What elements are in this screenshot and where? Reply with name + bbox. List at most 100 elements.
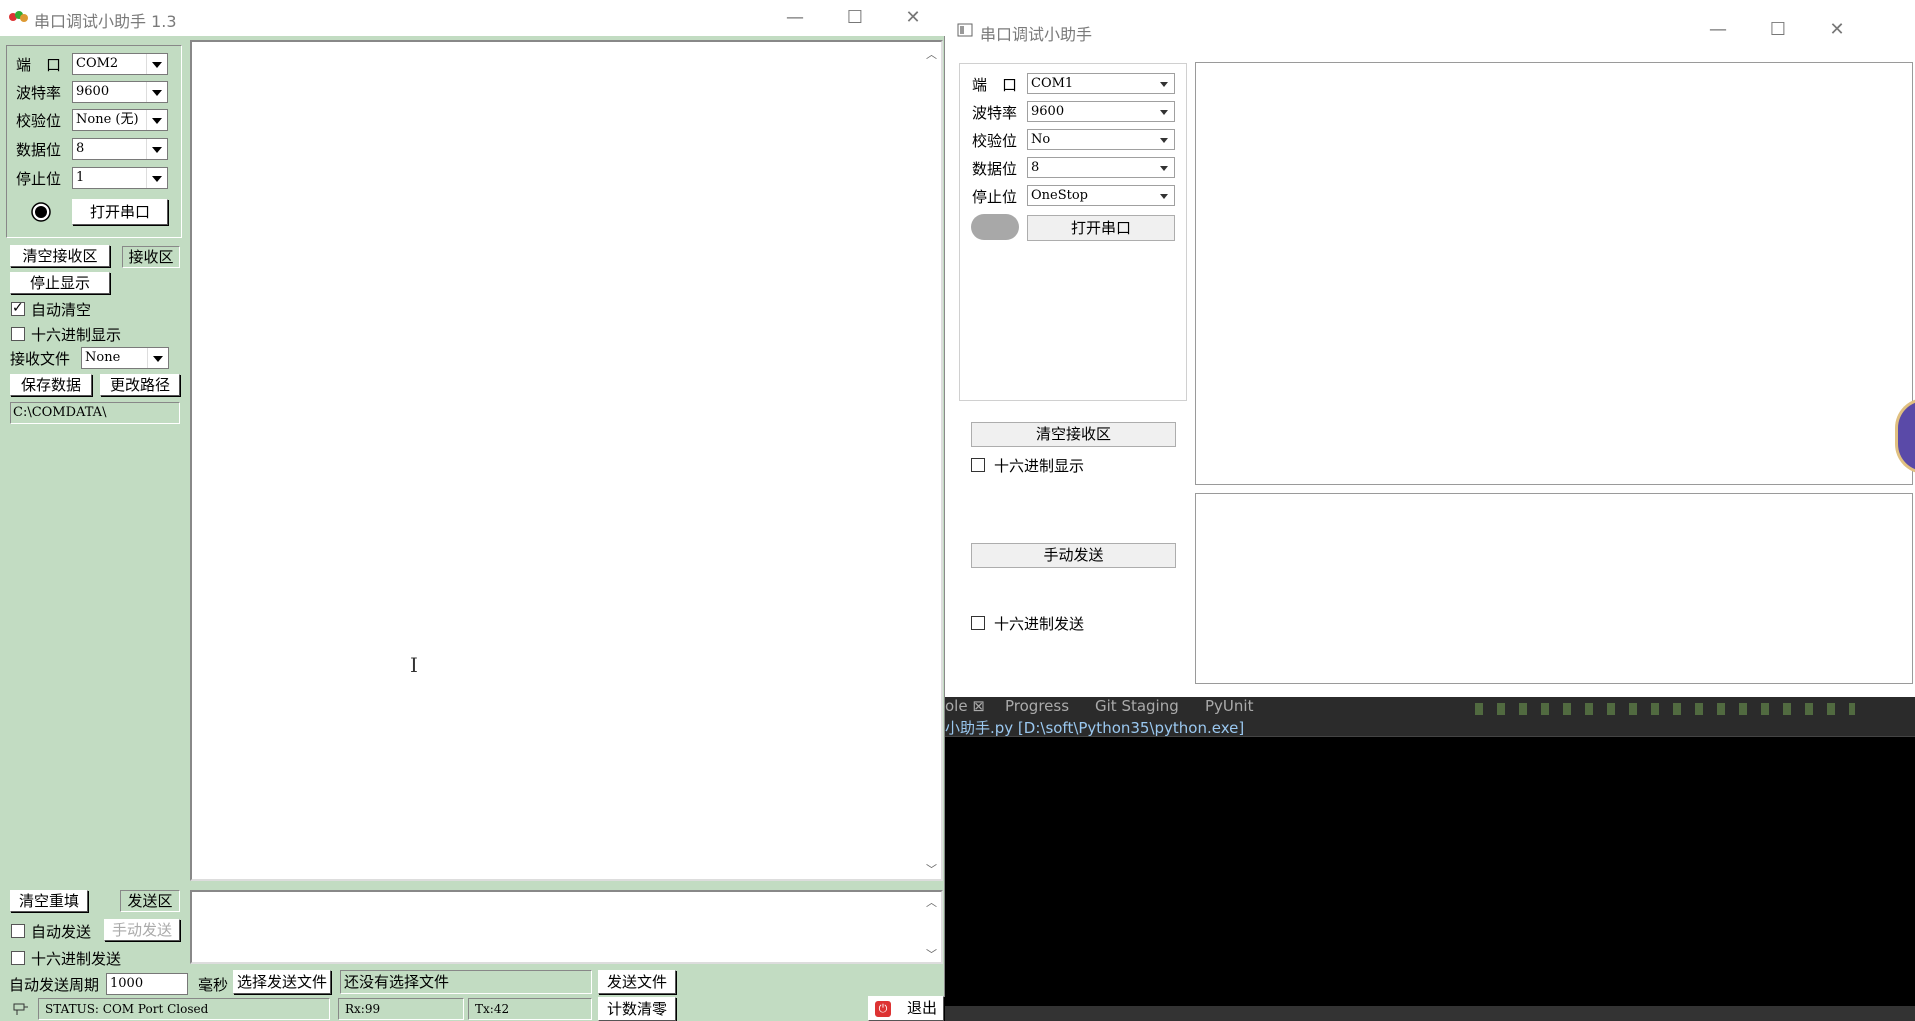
- receive-file-value: None: [85, 350, 121, 365]
- parity-value: No: [1031, 132, 1051, 147]
- receive-file-label: 接收文件: [10, 350, 71, 368]
- auto-period-label: 自动发送周期: [9, 976, 100, 994]
- hex-display-label: 十六进制显示: [994, 457, 1085, 475]
- auto-send-checkbox[interactable]: [11, 924, 25, 938]
- send-textarea[interactable]: [1195, 493, 1913, 684]
- choose-send-file-button[interactable]: 选择发送文件: [233, 970, 331, 994]
- ide-tab-console[interactable]: ole ⊠: [945, 697, 985, 715]
- scroll-up-icon[interactable]: ︿: [926, 894, 937, 910]
- hex-send-label: 十六进制发送: [994, 615, 1085, 633]
- manual-send-button[interactable]: 手动发送: [104, 919, 180, 941]
- port-status-toggle[interactable]: [971, 214, 1019, 240]
- stopbits-value: OneStop: [1031, 188, 1089, 203]
- send-file-path-display: 还没有选择文件: [340, 970, 592, 994]
- dropdown-arrow-icon: [1160, 138, 1168, 143]
- clear-receive-button[interactable]: 清空接收区: [10, 245, 110, 267]
- send-textarea[interactable]: ︿ ﹀: [190, 890, 943, 964]
- scroll-up-icon[interactable]: ︿: [926, 46, 937, 62]
- receive-textarea[interactable]: [1195, 62, 1913, 485]
- databits-select[interactable]: 8: [72, 138, 168, 160]
- port-label: 端 口: [16, 56, 62, 74]
- tx-count: Tx:42: [468, 998, 592, 1020]
- baud-select[interactable]: 9600: [1027, 101, 1175, 122]
- open-port-button[interactable]: 打开串口: [72, 199, 168, 225]
- stopbits-value: 1: [76, 170, 85, 185]
- parity-label: 校验位: [972, 132, 1018, 150]
- title-bar: 串口调试小助手 — ☐ ✕: [945, 12, 1915, 48]
- scroll-down-icon[interactable]: ﹀: [926, 946, 937, 962]
- dropdown-arrow-icon: [1160, 166, 1168, 171]
- ide-tab-pyunit[interactable]: PyUnit: [1205, 697, 1253, 715]
- port-label: 端 口: [972, 76, 1018, 94]
- baud-label: 波特率: [16, 84, 62, 102]
- hex-display-checkbox[interactable]: [971, 458, 985, 472]
- receive-area-label: 接收区: [122, 246, 180, 268]
- ide-console-path: 小助手.py [D:\soft\Python35\python.exe]: [945, 720, 1915, 736]
- reset-count-button[interactable]: 计数清零: [598, 997, 676, 1021]
- port-select[interactable]: COM1: [1027, 73, 1175, 94]
- save-data-button[interactable]: 保存数据: [10, 374, 92, 396]
- parity-select[interactable]: None (无): [72, 109, 168, 131]
- auto-send-label: 自动发送: [31, 923, 92, 941]
- hex-send-checkbox[interactable]: [11, 951, 25, 965]
- ide-tab-git-staging[interactable]: Git Staging: [1095, 697, 1179, 715]
- baud-value: 9600: [1031, 104, 1065, 119]
- port-value: COM1: [1031, 76, 1074, 91]
- scroll-down-icon[interactable]: ﹀: [926, 861, 937, 877]
- port-value: COM2: [76, 56, 119, 71]
- receive-textarea[interactable]: ︿ ﹀ I: [190, 40, 943, 881]
- dropdown-arrow-icon: [147, 348, 168, 368]
- change-path-button[interactable]: 更改路径: [100, 374, 180, 396]
- receive-file-select[interactable]: None: [81, 347, 169, 369]
- exit-button[interactable]: ⏻ 退出: [868, 996, 944, 1021]
- window-title: 串口调试小助手 1.3: [34, 12, 177, 31]
- clear-refill-button[interactable]: 清空重填: [10, 890, 88, 912]
- ide-console-output: [945, 736, 1915, 1006]
- databits-value: 8: [1031, 160, 1040, 175]
- stopbits-select[interactable]: OneStop: [1027, 185, 1175, 206]
- port-select[interactable]: COM2: [72, 53, 168, 75]
- dropdown-arrow-icon: [1160, 194, 1168, 199]
- dropdown-arrow-icon: [146, 54, 167, 74]
- rx-count: Rx:99: [338, 998, 464, 1020]
- port-status-indicator-icon: [31, 202, 51, 222]
- baud-select[interactable]: 9600: [72, 81, 168, 103]
- pin-icon: [13, 1003, 28, 1015]
- send-file-button[interactable]: 发送文件: [598, 970, 676, 994]
- app-icon: [957, 23, 973, 37]
- databits-value: 8: [76, 141, 85, 156]
- manual-send-button[interactable]: 手动发送: [971, 543, 1176, 568]
- parity-label: 校验位: [16, 112, 62, 130]
- dropdown-arrow-icon: [146, 82, 167, 102]
- auto-clear-label: 自动清空: [31, 301, 92, 319]
- databits-label: 数据位: [16, 141, 62, 159]
- close-button[interactable]: ✕: [1812, 12, 1862, 48]
- hex-display-checkbox[interactable]: [11, 327, 25, 341]
- stopbits-label: 停止位: [16, 170, 62, 188]
- hex-send-checkbox[interactable]: [971, 616, 985, 630]
- close-button[interactable]: ✕: [888, 0, 938, 36]
- stop-display-button[interactable]: 停止显示: [10, 272, 110, 294]
- ide-view-tabs: ole ⊠ Progress Git Staging PyUnit: [945, 697, 1915, 720]
- minimize-button[interactable]: —: [770, 0, 820, 36]
- power-icon: ⏻: [875, 1001, 891, 1017]
- ide-toolbar-icons: [1475, 703, 1855, 715]
- ide-tab-progress[interactable]: Progress: [1005, 697, 1069, 715]
- maximize-button[interactable]: ☐: [830, 0, 880, 36]
- open-port-button[interactable]: 打开串口: [1027, 215, 1175, 241]
- save-path-display: C:\COMDATA\: [10, 402, 180, 424]
- databits-select[interactable]: 8: [1027, 157, 1175, 178]
- maximize-button[interactable]: ☐: [1753, 12, 1803, 48]
- exit-label: 退出: [906, 999, 937, 1017]
- stopbits-select[interactable]: 1: [72, 167, 168, 189]
- dropdown-arrow-icon: [1160, 110, 1168, 115]
- auto-period-input[interactable]: 1000: [106, 973, 188, 995]
- clear-receive-button[interactable]: 清空接收区: [971, 422, 1176, 447]
- minimize-button[interactable]: —: [1693, 12, 1743, 48]
- app-icon: [9, 11, 28, 22]
- auto-clear-checkbox[interactable]: [11, 300, 25, 316]
- baud-value: 9600: [76, 84, 110, 99]
- status-text: STATUS: COM Port Closed: [38, 998, 330, 1020]
- parity-select[interactable]: No: [1027, 129, 1175, 150]
- ms-label: 毫秒: [198, 976, 229, 994]
